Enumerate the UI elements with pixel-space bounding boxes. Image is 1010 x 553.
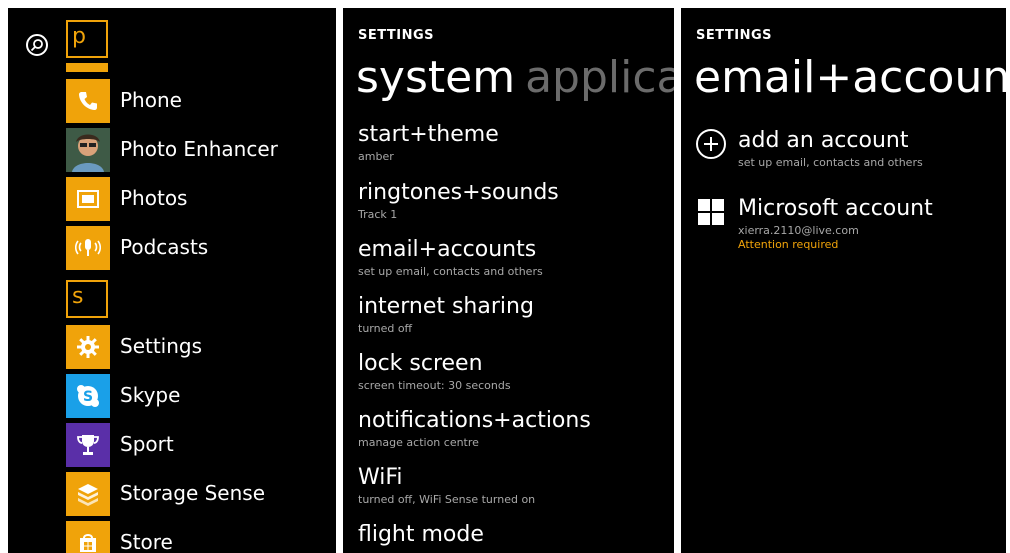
setting-title: WiFi xyxy=(358,465,403,490)
app-item-storage-sense[interactable]: Storage Sense xyxy=(66,472,336,516)
setting-subtitle: set up email, contacts and others xyxy=(358,265,543,278)
email-accounts-panel: SETTINGS email+account add an account se… xyxy=(681,8,1006,553)
setting-title: start+theme xyxy=(358,122,499,147)
app-label: Settings xyxy=(120,334,203,358)
store-bag-icon xyxy=(66,521,110,553)
setting-title: email+accounts xyxy=(358,237,537,262)
pivot-item-applications[interactable]: applicat xyxy=(525,52,674,103)
app-item-photo-enhancer[interactable]: Photo Enhancer xyxy=(66,128,336,172)
setting-subtitle: screen timeout: 30 seconds xyxy=(358,379,511,392)
account-email: xierra.2110@live.com xyxy=(738,224,859,237)
app-item-store[interactable]: Store xyxy=(66,521,336,553)
app-label: Sport xyxy=(120,432,174,456)
app-label: Podcasts xyxy=(120,235,209,259)
app-label: Store xyxy=(120,530,173,553)
app-label: Photos xyxy=(120,186,188,210)
letter-tile-s[interactable]: s xyxy=(66,280,108,318)
setting-title: notifications+actions xyxy=(358,408,591,433)
app-item-photos[interactable]: Photos xyxy=(66,177,336,221)
add-circle-icon xyxy=(696,129,726,159)
pivot-item-system[interactable]: system xyxy=(356,52,515,103)
app-label: Storage Sense xyxy=(120,481,266,505)
add-account-title: add an account xyxy=(738,128,909,153)
account-status: Attention required xyxy=(738,238,839,251)
setting-start-theme[interactable]: start+theme amber xyxy=(358,121,668,163)
app-item-phone[interactable]: Phone xyxy=(66,79,336,123)
page-title: email+account xyxy=(694,52,1006,103)
svg-text:S: S xyxy=(83,389,93,405)
app-label: Photo Enhancer xyxy=(120,137,278,161)
setting-subtitle: manage action centre xyxy=(358,436,479,449)
microsoft-account-item[interactable]: Microsoft account xierra.2110@live.com A… xyxy=(696,195,1001,255)
add-account-button[interactable]: add an account set up email, contacts an… xyxy=(696,127,1001,171)
app-list-panel: p Phone Photo Enhancer Photos Podcasts s… xyxy=(8,8,336,553)
setting-title: flight mode xyxy=(358,522,484,547)
trophy-icon xyxy=(66,423,110,467)
app-item-skype[interactable]: S Skype xyxy=(66,374,336,418)
setting-subtitle: amber xyxy=(358,150,394,163)
page-header: SETTINGS xyxy=(358,28,435,43)
setting-flight-mode[interactable]: flight mode xyxy=(358,521,668,549)
setting-title: ringtones+sounds xyxy=(358,180,559,205)
letter-tile-p[interactable]: p xyxy=(66,20,108,58)
add-account-subtitle: set up email, contacts and others xyxy=(738,156,923,169)
app-item-sport[interactable]: Sport xyxy=(66,423,336,467)
phone-icon xyxy=(66,79,110,123)
gear-icon xyxy=(66,325,110,369)
microsoft-account-title: Microsoft account xyxy=(738,196,933,221)
setting-subtitle: turned off xyxy=(358,322,413,335)
app-item-settings[interactable]: Settings xyxy=(66,325,336,369)
photo-enhancer-avatar-icon xyxy=(66,128,110,172)
setting-email-accounts[interactable]: email+accounts set up email, contacts an… xyxy=(358,236,668,278)
setting-title: lock screen xyxy=(358,351,483,376)
accent-strip xyxy=(66,63,108,72)
storage-sense-icon xyxy=(66,472,110,516)
setting-wifi[interactable]: WiFi turned off, WiFi Sense turned on xyxy=(358,464,668,506)
search-icon[interactable] xyxy=(26,34,48,56)
setting-lock-screen[interactable]: lock screen screen timeout: 30 seconds xyxy=(358,350,668,392)
app-label: Phone xyxy=(120,88,182,112)
setting-subtitle: turned off, WiFi Sense turned on xyxy=(358,493,536,506)
system-settings-panel: SETTINGS systemapplicat start+theme ambe… xyxy=(343,8,674,553)
app-label: Skype xyxy=(120,383,181,407)
setting-internet-sharing[interactable]: internet sharing turned off xyxy=(358,293,668,335)
podcasts-icon xyxy=(66,226,110,270)
setting-title: internet sharing xyxy=(358,294,534,319)
setting-ringtones-sounds[interactable]: ringtones+sounds Track 1 xyxy=(358,179,668,221)
photos-icon xyxy=(66,177,110,221)
setting-subtitle: Track 1 xyxy=(358,208,398,221)
skype-icon: S xyxy=(66,374,110,418)
windows-logo-icon xyxy=(698,199,724,225)
setting-notifications-actions[interactable]: notifications+actions manage action cent… xyxy=(358,407,668,449)
pivot-header: systemapplicat xyxy=(356,50,674,106)
page-header: SETTINGS xyxy=(696,28,773,43)
app-item-podcasts[interactable]: Podcasts xyxy=(66,226,336,270)
